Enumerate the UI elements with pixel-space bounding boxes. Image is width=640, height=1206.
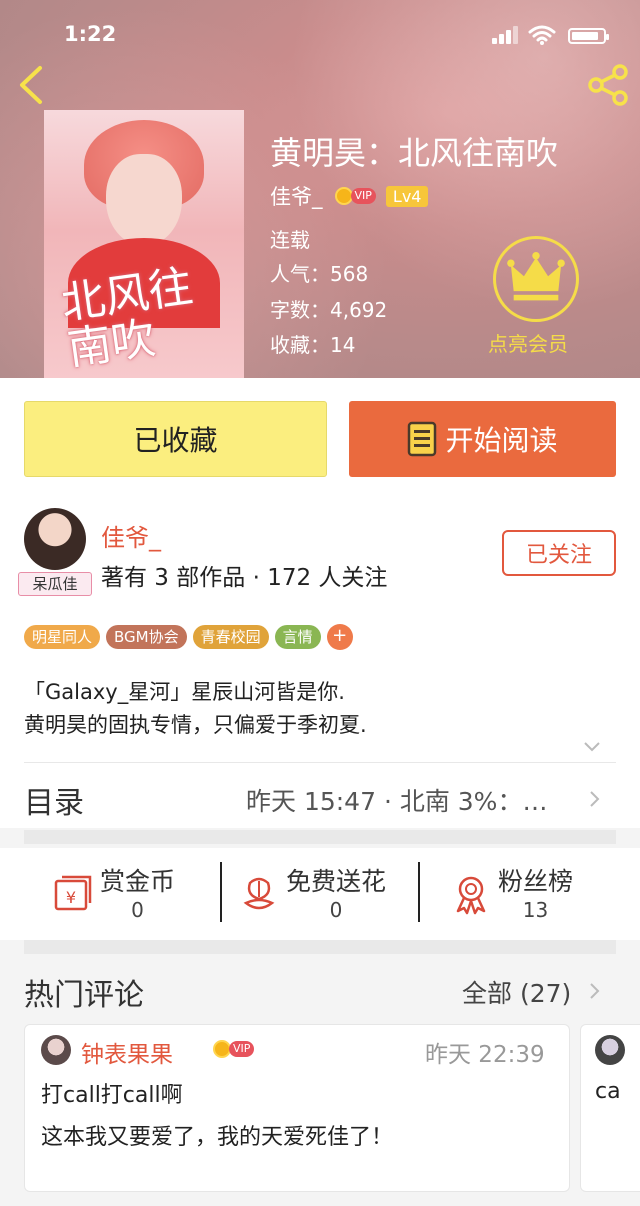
svg-text:¥: ¥ bbox=[66, 888, 76, 907]
battery-icon bbox=[568, 28, 609, 44]
status-time: 1:22 bbox=[64, 22, 117, 46]
status-bar: 1:22 bbox=[0, 18, 640, 54]
start-reading-label: 开始阅读 bbox=[445, 424, 558, 457]
divider bbox=[24, 762, 616, 763]
tag-item[interactable]: 言情 bbox=[274, 625, 321, 649]
flower-icon bbox=[243, 877, 275, 910]
fan-ranking-button[interactable]: 粉丝榜 13 bbox=[450, 856, 573, 932]
commenter-avatar[interactable] bbox=[41, 1035, 71, 1065]
all-comments-link[interactable]: 全部 (27) bbox=[462, 974, 571, 1010]
action-separator bbox=[220, 862, 222, 922]
book-status: 连载 bbox=[270, 228, 310, 252]
comment-text: 这本我又要爱了，我的天爱死佳了！ bbox=[41, 1125, 394, 1150]
reward-coins-button[interactable]: ¥ 赏金币 0 bbox=[52, 856, 175, 932]
tag-item[interactable]: BGM协会 bbox=[106, 625, 187, 649]
toc-title[interactable]: 目录 bbox=[24, 778, 84, 822]
send-flower-button[interactable]: 免费送花 0 bbox=[238, 856, 386, 932]
book-author-name[interactable]: 佳爷_ bbox=[270, 181, 323, 211]
expand-chevron-icon[interactable] bbox=[582, 740, 602, 754]
comment-text: ca bbox=[595, 1079, 621, 1104]
comment-card[interactable]: ca bbox=[580, 1024, 640, 1192]
commenter-name[interactable]: 钟表果果 bbox=[81, 1035, 173, 1069]
start-reading-button[interactable]: 开始阅读 bbox=[349, 401, 616, 477]
cover-title: 北风往南吹 bbox=[58, 260, 196, 376]
medal-icon bbox=[456, 876, 486, 915]
comment-text: 打call打call啊 bbox=[41, 1083, 183, 1108]
book-intro[interactable]: 「Galaxy_星河」星辰山河皆是你. 黄明昊的固执专情，只偏爱于季初夏. bbox=[24, 676, 367, 742]
book-icon bbox=[408, 421, 437, 457]
tag-item[interactable]: 明星同人 bbox=[24, 625, 101, 649]
tag-item[interactable]: 青春校园 bbox=[192, 625, 269, 649]
author-stats: 著有 3 部作品 · 172 人关注 bbox=[101, 565, 388, 591]
back-icon[interactable] bbox=[12, 62, 52, 108]
commenter-avatar[interactable] bbox=[595, 1035, 625, 1065]
section-separator bbox=[24, 940, 616, 954]
book-author-line: 佳爷_ VIP Lv4 bbox=[270, 181, 429, 211]
collected-button[interactable]: 已收藏 bbox=[24, 401, 327, 477]
section-separator bbox=[24, 830, 616, 844]
red-envelope-icon: ¥ bbox=[54, 875, 92, 911]
book-favorites: 收藏：14 bbox=[270, 333, 356, 357]
chevron-right-icon[interactable] bbox=[588, 790, 600, 808]
crown-icon[interactable] bbox=[493, 236, 579, 322]
wifi-icon bbox=[528, 25, 556, 45]
vip-sun-icon bbox=[334, 187, 353, 205]
intro-line: 黄明昊的固执专情，只偏爱于季初夏. bbox=[24, 713, 367, 737]
author-avatar[interactable] bbox=[24, 508, 86, 570]
book-popularity: 人气：568 bbox=[270, 262, 369, 286]
book-cover[interactable]: 北风往南吹 bbox=[44, 110, 244, 378]
intro-line: 「Galaxy_星河」星辰山河皆是你. bbox=[24, 680, 345, 704]
author-name[interactable]: 佳爷_ bbox=[101, 518, 161, 553]
follow-button[interactable]: 已关注 bbox=[502, 530, 616, 576]
avatar-badge: 呆瓜佳 bbox=[18, 572, 92, 596]
level-badge: Lv4 bbox=[385, 185, 429, 207]
comment-time: 昨天 22:39 bbox=[425, 1042, 545, 1068]
tag-list: 明星同人 BGM协会 青春校园 言情 + bbox=[24, 624, 353, 650]
signal-icon bbox=[492, 26, 518, 44]
action-separator bbox=[418, 862, 420, 922]
more-tags-button[interactable]: + bbox=[326, 624, 353, 650]
book-word-count: 字数：4,692 bbox=[270, 298, 388, 322]
share-icon[interactable] bbox=[584, 62, 632, 108]
comment-card[interactable]: 钟表果果 VIP 昨天 22:39 打call打call啊 这本我又要爱了，我的… bbox=[24, 1024, 570, 1192]
toc-latest-chapter[interactable]: 昨天 15:47 · 北南 3%：… bbox=[246, 782, 547, 818]
vip-badge: VIP bbox=[213, 1039, 255, 1059]
book-title: 黄明昊：北风往南吹 bbox=[270, 134, 559, 172]
chevron-right-icon[interactable] bbox=[588, 982, 600, 1000]
member-label[interactable]: 点亮会员 bbox=[488, 328, 568, 357]
hot-comments-title: 热门评论 bbox=[24, 978, 144, 1013]
vip-badge: VIP bbox=[334, 186, 376, 206]
